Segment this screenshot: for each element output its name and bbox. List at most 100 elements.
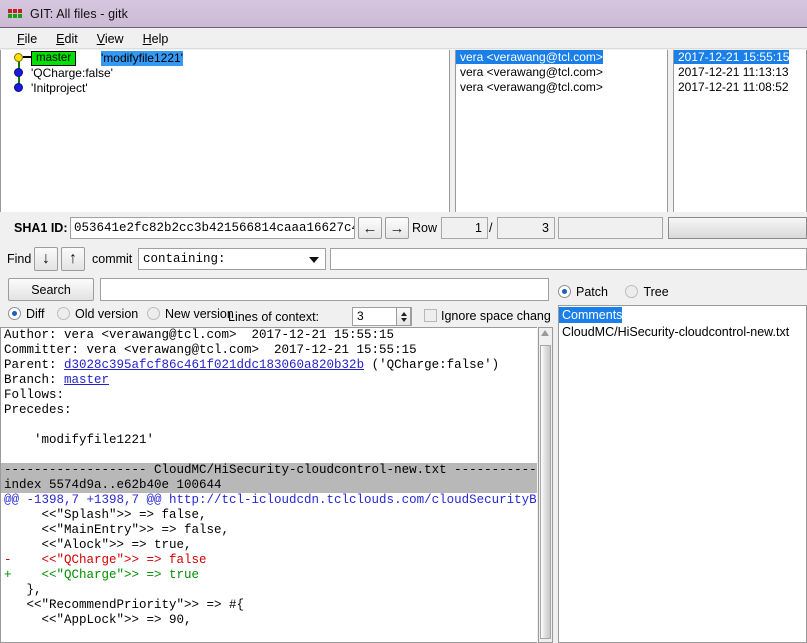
radio-old-version-indicator <box>57 307 70 320</box>
arrow-left-icon[interactable]: ← <box>358 217 382 239</box>
gitk-window: GIT: All files - gitk File Edit View Hel… <box>0 0 807 643</box>
radio-old-version-label: Old version <box>75 307 139 321</box>
radio-tree-label: Tree <box>643 285 669 299</box>
diff-line: <<"MainEntry">> => false, <box>4 523 230 537</box>
find-mode-select[interactable]: containing: <box>138 248 326 270</box>
find-toolbar: Find ↓ ↑ commit containing: <box>0 245 807 275</box>
ignore-space-checkbox[interactable] <box>424 309 437 322</box>
commit-headline[interactable]: 'QCharge:false' <box>31 66 113 81</box>
parent-headline: ('QCharge:false') <box>364 358 500 372</box>
radio-diff[interactable]: Diff <box>8 307 45 321</box>
diff-line: <<"AppLock">> => 90, <box>4 613 192 627</box>
menu-edit[interactable]: Edit <box>47 31 88 47</box>
menu-help[interactable]: Help <box>134 31 179 47</box>
find-input[interactable] <box>330 248 807 270</box>
diff-line-blank <box>1 418 537 433</box>
diff-line-blank <box>1 448 537 463</box>
find-mode-value: containing: <box>143 252 226 266</box>
commit-date[interactable]: 2017-12-21 11:13:13 <box>674 65 789 79</box>
diff-line: }, <box>4 583 42 597</box>
radio-new-version-indicator <box>147 307 160 320</box>
file-list-item-comments[interactable]: Comments <box>559 307 623 323</box>
commit-date[interactable]: 2017-12-21 11:08:52 <box>674 80 789 94</box>
search-input[interactable] <box>100 278 549 301</box>
lines-of-context-label: Lines of context: <box>228 310 320 324</box>
radio-new-version[interactable]: New version <box>147 307 234 321</box>
sha-toolbar: SHA1 ID: 053641e2fc82b2cc3b421566814caaa… <box>0 214 807 244</box>
file-list[interactable]: Comments CloudMC/HiSecurity-cloudcontrol… <box>558 305 807 643</box>
diff-line-parent: Parent: d3028c395afcf86c461f021ddc183060… <box>1 358 537 373</box>
radio-diff-label: Diff <box>26 307 45 321</box>
commit-list-pane[interactable]: master 'modifyfile1221' 'QCharge:false' … <box>0 50 807 212</box>
diff-line: <<"Splash">> => false, <box>4 508 207 522</box>
diff-line-added: + <<"QCharge">> => true <box>4 568 200 582</box>
radio-patch-label: Patch <box>576 285 608 299</box>
arrow-right-icon[interactable]: → <box>385 217 409 239</box>
sha-input[interactable]: 053641e2fc82b2cc3b421566814caaa16627c4dd <box>70 217 355 239</box>
gitk-dots-icon <box>7 6 23 22</box>
search-toolbar: Search <box>0 277 549 303</box>
parent-commit-link[interactable]: d3028c395afcf86c461f021ddc183060a820b32b <box>64 358 364 372</box>
diff-line-removed: - <<"QCharge">> => false <box>4 553 207 567</box>
row-total-input: 3 <box>497 217 555 239</box>
diff-line: Author: vera <verawang@tcl.com> 2017-12-… <box>4 328 395 342</box>
diff-line: Precedes: <box>4 403 80 417</box>
lines-of-context-stepper[interactable]: 3 <box>352 307 412 326</box>
find-scope-label: commit <box>92 252 133 266</box>
menu-bar: File Edit View Help <box>0 29 807 49</box>
commit-graph-row[interactable]: 'QCharge:false' <box>1 65 449 88</box>
progress-bar <box>668 217 807 239</box>
diff-index-line: index 5574d9a..e62b40e 100644 <box>1 478 537 493</box>
menu-file[interactable]: File <box>8 31 47 47</box>
arrow-down-icon[interactable]: ↓ <box>34 247 58 271</box>
file-list-item[interactable]: CloudMC/HiSecurity-cloudcontrol-new.txt <box>559 324 806 340</box>
row-label: Row <box>412 221 438 235</box>
lines-of-context-value: 3 <box>357 309 364 323</box>
commit-author[interactable]: vera <verawang@tcl.com> <box>456 80 603 94</box>
diff-line: Committer: vera <verawang@tcl.com> 2017-… <box>4 343 417 357</box>
scroll-up-icon[interactable] <box>541 330 549 336</box>
commit-graph-row[interactable]: master 'modifyfile1221' <box>1 50 449 73</box>
right-panel: Patch Tree Comments CloudMC/HiSecurity-c… <box>554 277 807 643</box>
commit-headline[interactable]: 'modifyfile1221' <box>101 51 183 66</box>
find-label: Find <box>7 252 32 266</box>
commit-graph-row[interactable]: 'Initproject' <box>1 80 449 95</box>
search-button[interactable]: Search <box>8 278 94 301</box>
commit-date-column[interactable]: 2017-12-21 15:55:15 2017-12-21 11:13:13 … <box>673 50 807 212</box>
commit-author[interactable]: vera <verawang@tcl.com> <box>456 65 603 79</box>
stepper-arrows-icon[interactable] <box>396 307 411 326</box>
diff-text-view[interactable]: Author: vera <verawang@tcl.com> 2017-12-… <box>0 327 537 643</box>
radio-tree[interactable]: Tree <box>625 285 669 299</box>
commit-graph-column[interactable]: master 'modifyfile1221' 'QCharge:false' … <box>0 50 450 212</box>
arrow-up-icon[interactable]: ↑ <box>61 247 85 271</box>
menu-view[interactable]: View <box>88 31 134 47</box>
commit-node[interactable] <box>14 83 23 92</box>
commit-node-head[interactable] <box>14 53 23 62</box>
window-title: GIT: All files - gitk <box>30 6 128 21</box>
commit-author[interactable]: vera <verawang@tcl.com> <box>456 50 603 64</box>
diff-options-toolbar: Diff Old version New version Lines of co… <box>0 304 551 326</box>
radio-tree-indicator <box>625 285 639 298</box>
sha-blank-field[interactable] <box>558 217 663 239</box>
ref-label-master[interactable]: master <box>31 51 77 66</box>
radio-diff-indicator <box>8 307 21 320</box>
diff-file-header: ------------------- CloudMC/HiSecurity-c… <box>1 463 537 478</box>
chevron-down-icon <box>309 257 319 263</box>
radio-old-version[interactable]: Old version <box>57 307 138 321</box>
graph-ref-connector <box>23 56 31 58</box>
commit-headline[interactable]: 'Initproject' <box>31 81 88 96</box>
row-current-input[interactable]: 1 <box>441 217 488 239</box>
branch-label: Branch: <box>4 373 65 387</box>
parent-label: Parent: <box>4 358 65 372</box>
radio-patch[interactable]: Patch <box>558 285 611 299</box>
diff-vertical-scrollbar[interactable] <box>538 327 553 643</box>
diff-line: Follows: <box>4 388 72 402</box>
sha-label: SHA1 ID: <box>14 221 68 235</box>
row-separator: / <box>489 221 493 235</box>
commit-node[interactable] <box>14 68 23 77</box>
commit-date[interactable]: 2017-12-21 15:55:15 <box>674 50 790 64</box>
commit-author-column[interactable]: vera <verawang@tcl.com> vera <verawang@t… <box>455 50 668 212</box>
branch-link[interactable]: master <box>64 373 109 387</box>
scrollbar-thumb[interactable] <box>540 345 551 639</box>
list-item[interactable]: Comments <box>559 306 806 324</box>
